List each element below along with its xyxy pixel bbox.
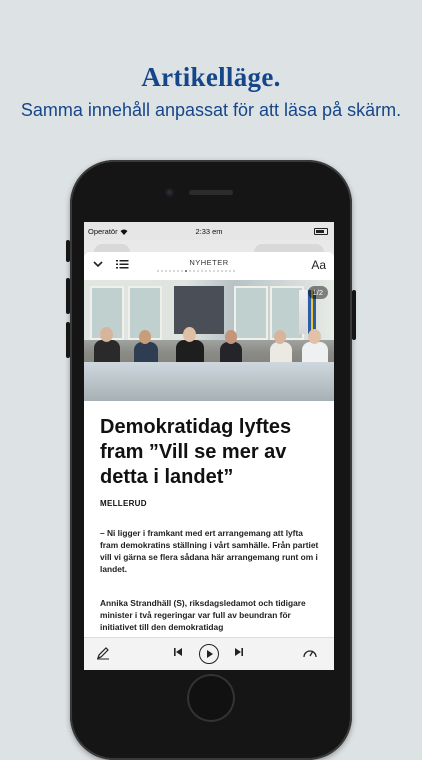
- page-dot: [161, 270, 163, 272]
- photo-window: [234, 286, 268, 340]
- page-dot: [217, 270, 219, 272]
- article-paragraph: – Ni ligger i framkant med ert arrangema…: [100, 528, 319, 574]
- status-time: 2:33 em: [195, 227, 223, 236]
- article-header: NYHETER Aa: [84, 252, 334, 280]
- page-dot: [229, 270, 231, 272]
- photo-person-head: [100, 327, 113, 342]
- page-dot: [177, 270, 179, 272]
- volume-up-button: [66, 278, 70, 314]
- skip-back-icon[interactable]: [173, 646, 183, 661]
- text-size-button[interactable]: Aa: [311, 258, 326, 272]
- page-dot: [225, 270, 227, 272]
- page-dot: [173, 270, 175, 272]
- skip-forward-icon[interactable]: [234, 646, 244, 661]
- photo-person-head: [308, 329, 321, 344]
- play-icon[interactable]: [199, 644, 219, 664]
- promo-subtitle: Samma innehåll anpassat för att läsa på …: [20, 100, 402, 120]
- article-headline: Demokratidag lyftes fram ”Vill se mer av…: [100, 416, 292, 488]
- photo-board: [174, 286, 224, 334]
- photo-person-head: [139, 330, 151, 344]
- mute-switch: [66, 240, 70, 262]
- page-dot: [157, 270, 159, 272]
- photo-table: [84, 362, 334, 401]
- page-dot: [213, 270, 215, 272]
- volume-down-button: [66, 322, 70, 358]
- page-dot: [181, 270, 183, 272]
- page-dot: [201, 270, 203, 272]
- page-dot: [169, 270, 171, 272]
- power-button: [352, 290, 356, 340]
- page-dot: [197, 270, 199, 272]
- pen-icon[interactable]: [96, 646, 110, 663]
- photo-person-head: [183, 327, 196, 342]
- page-dot: [189, 270, 191, 272]
- article-toolbar: [84, 637, 334, 670]
- earpiece-speaker: [189, 190, 233, 195]
- article-photo[interactable]: 1/2: [84, 280, 334, 401]
- page-dot: [233, 270, 235, 272]
- page-dot: [193, 270, 195, 272]
- article-location: MELLERUD: [100, 499, 147, 508]
- page-indicator: [157, 269, 261, 273]
- status-bar: Operatör 2:33 em: [84, 222, 334, 240]
- gauge-icon[interactable]: [302, 646, 318, 663]
- page-dot: [185, 270, 187, 272]
- promo-title: Artikelläge.: [141, 62, 281, 92]
- photo-person-head: [225, 330, 237, 344]
- front-camera: [165, 188, 174, 197]
- page-dot: [165, 270, 167, 272]
- article-body: Demokratidag lyftes fram ”Vill se mer av…: [84, 401, 334, 637]
- page-dot: [209, 270, 211, 272]
- image-counter: 1/2: [307, 286, 328, 299]
- battery-icon: [314, 228, 328, 235]
- section-label: NYHETER: [189, 258, 229, 267]
- photo-flag: [299, 290, 307, 334]
- page-dot: [221, 270, 223, 272]
- article-paragraph: Annika Strandhäll (S), riksdagsledamot o…: [100, 598, 306, 632]
- phone-screen: Operatör 2:33 em NYHETER Aa 1/2 Demokrat…: [84, 222, 334, 670]
- home-button[interactable]: [187, 674, 235, 722]
- photo-person-head: [274, 330, 286, 344]
- page-dot: [205, 270, 207, 272]
